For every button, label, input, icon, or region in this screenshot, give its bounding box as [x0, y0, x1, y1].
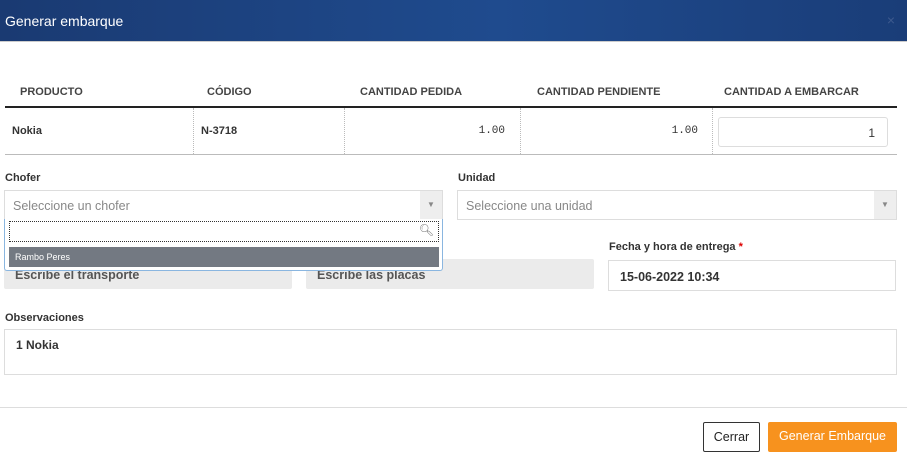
col-producto: PRODUCTO	[20, 86, 83, 98]
cell-pendiente: 1.00	[671, 125, 698, 137]
col-cantidad-pendiente: CANTIDAD PENDIENTE	[537, 86, 661, 98]
cerrar-button[interactable]: Cerrar	[703, 422, 760, 452]
modal-header	[0, 0, 907, 42]
col-cantidad-pedida: CANTIDAD PEDIDA	[360, 86, 463, 98]
chofer-dropdown: 🔍︎ Rambo Peres	[4, 219, 443, 271]
generar-embarque-button[interactable]: Generar Embarque	[768, 422, 897, 452]
observaciones-textarea[interactable]: 1 Nokia	[4, 329, 897, 375]
fecha-input[interactable]: 15-06-2022 10:34	[608, 260, 896, 291]
cell-codigo: N-3718	[201, 125, 238, 137]
chofer-option[interactable]: Rambo Peres	[9, 247, 439, 267]
chofer-placeholder: Seleccione un chofer	[13, 199, 130, 213]
chofer-label: Chofer	[5, 172, 41, 184]
cell-divider	[520, 108, 521, 154]
cell-divider	[712, 108, 713, 154]
chofer-select[interactable]: Seleccione un chofer ▼	[4, 190, 443, 220]
unidad-label: Unidad	[458, 172, 496, 184]
footer-divider	[0, 407, 907, 408]
cell-divider	[344, 108, 345, 154]
chofer-search-input[interactable]: 🔍︎	[9, 221, 439, 242]
chevron-down-icon: ▼	[874, 191, 896, 219]
unidad-placeholder: Seleccione una unidad	[466, 199, 593, 213]
cell-divider	[193, 108, 194, 154]
search-icon: 🔍︎	[418, 223, 434, 237]
fecha-label: Fecha y hora de entrega *	[609, 241, 743, 253]
cell-producto: Nokia	[12, 125, 42, 137]
modal-title: Generar embarque	[5, 13, 124, 29]
cell-pedida: 1.00	[478, 125, 505, 137]
close-icon[interactable]: ×	[887, 12, 895, 28]
col-codigo: CÓDIGO	[207, 86, 252, 98]
required-mark: *	[738, 241, 743, 253]
cantidad-embarcar-input[interactable]: 1	[718, 117, 888, 147]
unidad-select[interactable]: Seleccione una unidad ▼	[457, 190, 897, 220]
col-cantidad-embarcar: CANTIDAD A EMBARCAR	[724, 86, 859, 98]
header-divider	[5, 106, 897, 108]
observaciones-label: Observaciones	[5, 312, 84, 324]
table-bottom-border	[5, 154, 897, 155]
fecha-label-text: Fecha y hora de entrega	[609, 241, 736, 253]
chevron-down-icon: ▼	[420, 191, 442, 219]
